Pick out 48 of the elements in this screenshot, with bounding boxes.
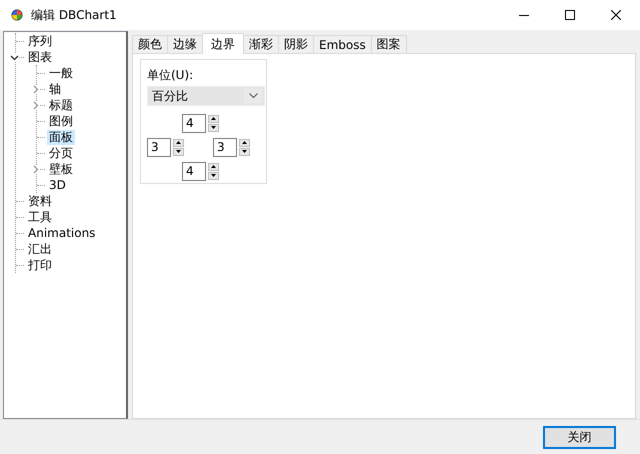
number-field[interactable]: 4 bbox=[182, 114, 206, 132]
tree-item[interactable]: 资料 bbox=[26, 194, 54, 208]
tab[interactable]: 渐彩 bbox=[243, 35, 279, 53]
spin-up-button[interactable] bbox=[208, 162, 219, 170]
tree-item[interactable]: 工具 bbox=[26, 210, 54, 224]
tree-item[interactable]: 标题 bbox=[47, 98, 75, 112]
up-arrow-icon bbox=[211, 117, 216, 120]
tree-item[interactable]: Animations bbox=[26, 226, 98, 240]
tree-item[interactable]: 分页 bbox=[47, 146, 75, 160]
spin-down-button[interactable] bbox=[208, 124, 219, 132]
number-field[interactable]: 3 bbox=[147, 138, 171, 156]
app-icon bbox=[11, 9, 23, 21]
close-icon[interactable] bbox=[611, 10, 621, 20]
tree-item[interactable]: 壁板 bbox=[47, 162, 75, 176]
spin-down-button[interactable] bbox=[173, 148, 184, 156]
down-arrow-icon bbox=[211, 126, 216, 129]
tab[interactable]: 阴影 bbox=[278, 35, 314, 53]
maximize-icon[interactable] bbox=[565, 10, 575, 20]
units-label: 单位(U): bbox=[147, 67, 194, 84]
tree-item[interactable]: 序列 bbox=[26, 34, 54, 48]
spin-up-button[interactable] bbox=[239, 138, 250, 146]
spin-down-button[interactable] bbox=[239, 148, 250, 156]
spin-up-button[interactable] bbox=[208, 114, 219, 122]
tree-item[interactable]: 一般 bbox=[47, 66, 75, 80]
tab[interactable]: 颜色 bbox=[132, 35, 168, 53]
down-arrow-icon bbox=[242, 150, 247, 153]
tree-item[interactable]: 图例 bbox=[47, 114, 75, 128]
tree-item[interactable]: 打印 bbox=[26, 258, 54, 272]
number-field[interactable]: 3 bbox=[213, 138, 237, 156]
tree-item[interactable]: 3D bbox=[47, 178, 68, 192]
tree-item[interactable]: 图表 bbox=[26, 50, 54, 64]
close-button[interactable]: 关闭 bbox=[543, 426, 616, 448]
spin-down-button[interactable] bbox=[208, 172, 219, 180]
tree-item[interactable]: 汇出 bbox=[26, 242, 54, 256]
tree-item[interactable]: 面板 bbox=[47, 130, 75, 144]
spin-up-button[interactable] bbox=[173, 138, 184, 146]
tree-item[interactable]: 轴 bbox=[47, 82, 63, 96]
number-field[interactable]: 4 bbox=[182, 162, 206, 180]
tab[interactable]: 图案 bbox=[370, 35, 407, 53]
up-arrow-icon bbox=[242, 141, 247, 144]
tab[interactable]: 边缘 bbox=[167, 35, 203, 53]
down-arrow-icon bbox=[176, 150, 181, 153]
up-arrow-icon bbox=[211, 165, 216, 168]
up-arrow-icon bbox=[176, 141, 181, 144]
down-arrow-icon bbox=[211, 174, 216, 177]
window-title: 编辑 DBChart1 bbox=[31, 6, 117, 24]
tab[interactable]: 边界 bbox=[202, 33, 244, 54]
units-dropdown[interactable]: 百分比 bbox=[147, 86, 265, 106]
